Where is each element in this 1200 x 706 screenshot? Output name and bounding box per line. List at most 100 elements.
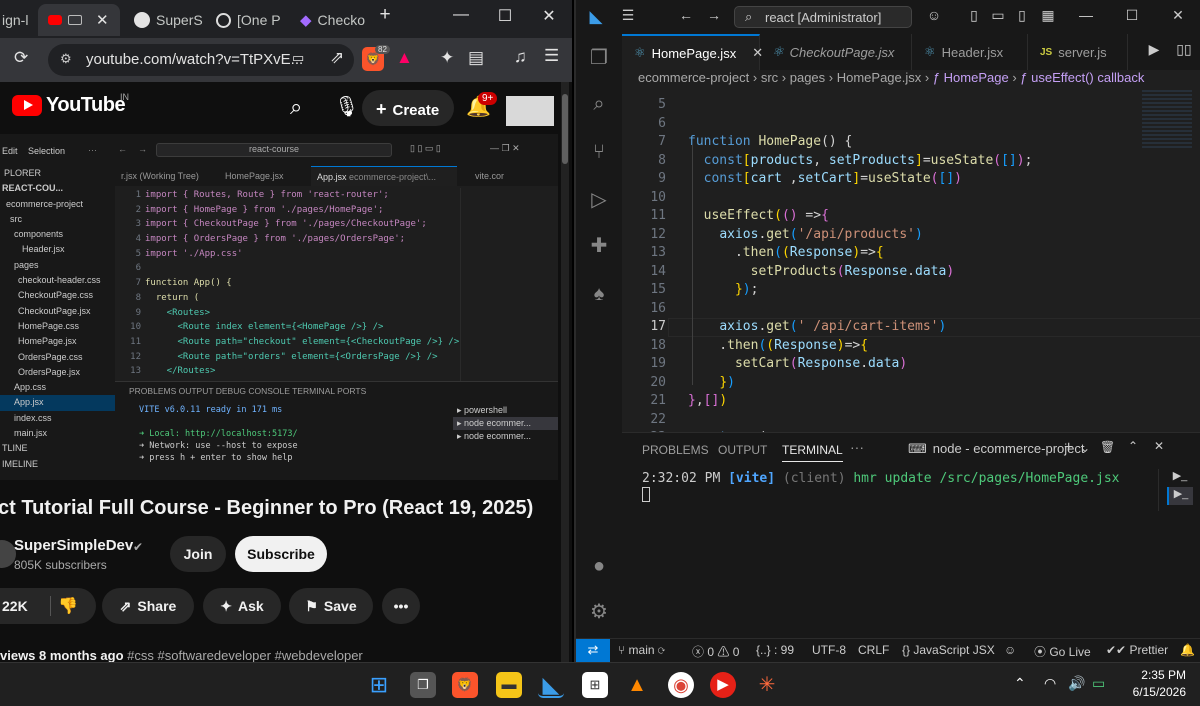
extensions-icon[interactable]: ✦: [440, 48, 454, 68]
code-editor[interactable]: 5 6 7 function HomePage() {8 const[products…: [622, 90, 1200, 432]
account-icon[interactable]: ●: [585, 552, 613, 580]
tab-problems[interactable]: PROBLEMS: [642, 443, 709, 457]
terminal-selector[interactable]: ⌨ node - ecommerce-project: [908, 441, 1085, 457]
battery-icon[interactable]: ▭: [1092, 675, 1105, 692]
task-view-icon[interactable]: ❐: [410, 672, 436, 698]
dislike-icon[interactable]: 👎: [58, 596, 78, 616]
subscribe-button[interactable]: Subscribe: [235, 536, 327, 572]
ask-button[interactable]: ✦ Ask: [203, 588, 281, 624]
chrome-icon[interactable]: ◉: [668, 672, 694, 698]
close-icon[interactable]: ✕: [1154, 439, 1164, 453]
extensions-icon[interactable]: ✚: [585, 232, 613, 260]
browser-tab-youtube[interactable]: ✕: [38, 4, 120, 36]
toggle-secondary-sidebar-icon[interactable]: ▯: [1010, 7, 1034, 24]
tab-output[interactable]: OUTPUT: [718, 443, 767, 457]
video-player[interactable]: Edit Selection ··· ← → react-course ▯ ▯ …: [0, 134, 558, 480]
new-tab-button[interactable]: +: [370, 4, 400, 26]
media-playing-icon[interactable]: [68, 15, 82, 25]
breadcrumb-item[interactable]: HomePage.jsx: [837, 70, 922, 85]
copilot-icon[interactable]: ☺: [922, 7, 946, 23]
browser-tab-onepiece[interactable]: [One P: [206, 4, 290, 36]
file-explorer-icon[interactable]: ▬: [496, 672, 522, 698]
maximize-button[interactable]: ☐: [490, 6, 520, 26]
tab-server[interactable]: JS server.js: [1028, 34, 1128, 70]
language-status[interactable]: {} JavaScript JSX: [902, 643, 995, 657]
avatar[interactable]: [506, 96, 554, 126]
page-scrollbar[interactable]: [561, 82, 569, 662]
terminal-icon[interactable]: ▶_: [1167, 487, 1193, 505]
prettier-status[interactable]: ✔✔ Prettier: [1106, 643, 1168, 657]
toggle-sidebar-icon[interactable]: ▯: [962, 7, 986, 24]
tab-homepage[interactable]: ⚛ HomePage.jsx ✕: [622, 34, 763, 70]
maximize-panel-icon[interactable]: ⌃: [1128, 439, 1138, 453]
chevron-up-icon[interactable]: ⌃: [1014, 675, 1026, 692]
windows-start-icon[interactable]: ⊞: [366, 672, 392, 698]
microphone-icon[interactable]: 🎙: [334, 94, 359, 119]
more-actions-button[interactable]: •••: [382, 588, 420, 624]
tab-header[interactable]: ⚛ Header.jsx: [912, 34, 1028, 70]
settings-gear-icon[interactable]: ⚙: [585, 598, 613, 626]
browser-tab-github[interactable]: SuperS: [124, 4, 206, 36]
run-icon[interactable]: ▶: [1142, 41, 1166, 58]
breadcrumb-item[interactable]: src: [761, 70, 778, 85]
save-button[interactable]: ⚑ Save: [289, 588, 373, 624]
more-icon[interactable]: ···: [850, 439, 864, 455]
share-button[interactable]: ⇗ Share: [102, 588, 194, 624]
copilot-status-icon[interactable]: ☺: [1004, 643, 1016, 657]
menu-icon[interactable]: ☰: [616, 7, 640, 24]
close-icon[interactable]: ✕: [96, 11, 109, 29]
command-center-search[interactable]: ⌕ react [Administrator]: [734, 6, 912, 28]
search-icon[interactable]: ⌕: [290, 94, 302, 120]
channel-name[interactable]: SuperSimpleDev: [14, 537, 133, 554]
microsoft-store-icon[interactable]: ⊞: [582, 672, 608, 698]
vscode-taskbar-icon[interactable]: ◣: [538, 672, 564, 698]
minimize-button[interactable]: —: [446, 6, 476, 24]
branch-status[interactable]: ⑂ main ⟳: [618, 643, 665, 657]
youtube-logo[interactable]: YouTube IN: [12, 92, 129, 117]
terminal-icon[interactable]: ▶_: [1167, 469, 1193, 487]
source-control-icon[interactable]: ⑂: [585, 138, 613, 166]
youtube-music-icon[interactable]: ▶: [710, 672, 736, 698]
golive-status[interactable]: ⦿ Go Live: [1034, 643, 1091, 660]
breadcrumb-item[interactable]: ecommerce-project: [638, 70, 749, 85]
chevron-down-icon[interactable]: ⌄: [1080, 441, 1090, 455]
back-arrow-icon[interactable]: ←: [674, 7, 698, 23]
minimize-button[interactable]: —: [1074, 7, 1098, 23]
volume-icon[interactable]: 🔊: [1068, 675, 1085, 692]
join-button[interactable]: Join: [170, 536, 226, 572]
notifications-bell-icon[interactable]: 🔔: [1180, 643, 1195, 657]
close-window-button[interactable]: ✕: [1166, 7, 1190, 24]
breadcrumb-item[interactable]: ƒ HomePage: [933, 70, 1009, 85]
clock[interactable]: 2:35 PM 6/15/2026: [1122, 667, 1186, 701]
create-button[interactable]: + Create: [362, 90, 454, 126]
reload-icon[interactable]: ⟳: [14, 48, 28, 68]
breadcrumb-item[interactable]: pages: [790, 70, 825, 85]
toggle-panel-icon[interactable]: ▭: [986, 7, 1010, 24]
share-icon[interactable]: ⇗: [330, 48, 344, 68]
trash-icon[interactable]: 🗑: [1100, 440, 1115, 454]
cast-icon[interactable]: ▭: [292, 50, 304, 66]
close-window-button[interactable]: ✕: [534, 6, 564, 26]
customize-layout-icon[interactable]: ▦: [1036, 7, 1060, 24]
like-button[interactable]: 22K: [0, 588, 96, 624]
mongodb-leaf-icon[interactable]: ♠: [585, 280, 613, 308]
browser-tab-checkout[interactable]: ◆ Checko: [290, 4, 368, 36]
brave-rewards-icon[interactable]: ▲: [396, 48, 413, 68]
tab-terminal[interactable]: TERMINAL: [782, 443, 843, 462]
menu-icon[interactable]: ☰: [544, 46, 559, 66]
url-field[interactable]: ⚙ youtube.com/watch?v=TtPXvE...: [48, 44, 354, 76]
claude-app-icon[interactable]: ✳: [754, 672, 780, 698]
browser-tab[interactable]: ign-l: [0, 4, 38, 36]
selection-status[interactable]: {..} : 99: [756, 643, 794, 657]
maximize-button[interactable]: ☐: [1120, 7, 1144, 24]
forward-arrow-icon[interactable]: →: [702, 7, 726, 23]
run-debug-icon[interactable]: ▷: [585, 186, 613, 214]
media-music-icon[interactable]: ♫: [514, 47, 527, 67]
wifi-icon[interactable]: ◠: [1044, 675, 1056, 692]
encoding-status[interactable]: UTF-8: [812, 643, 846, 657]
new-terminal-icon[interactable]: +: [1064, 439, 1073, 457]
problems-status[interactable]: ⓧ 0 ⚠ 0: [692, 643, 739, 660]
eol-status[interactable]: CRLF: [858, 643, 889, 657]
tab-search-icon[interactable]: ▤: [468, 48, 484, 68]
search-icon[interactable]: ⌕: [585, 90, 613, 118]
